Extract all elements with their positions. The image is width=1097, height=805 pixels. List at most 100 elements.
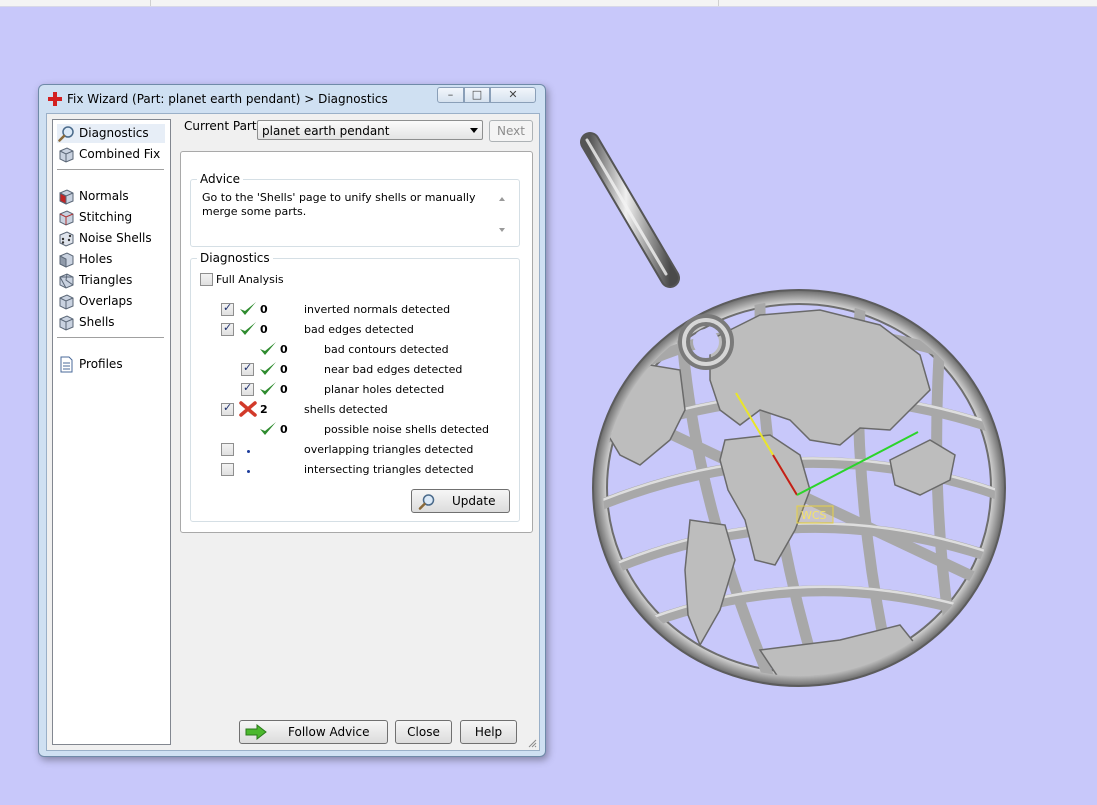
close-window-button[interactable]: ✕ [490, 87, 536, 103]
follow-advice-button[interactable]: Follow Advice [239, 720, 388, 744]
cube-icon [59, 252, 74, 268]
update-button-label: Update [452, 494, 496, 508]
close-button[interactable]: Close [395, 720, 452, 744]
bad-edges-checkbox[interactable]: ✓ [221, 321, 234, 336]
check-mark-icon: ✓ [223, 301, 233, 314]
fix-wizard-window: Fix Wizard (Part: planet earth pendant) … [38, 84, 546, 757]
nav-item-label: Triangles [79, 273, 133, 287]
nav-item-label: Overlaps [79, 294, 133, 308]
shells-count: 2 [260, 403, 268, 416]
cube-icon [59, 147, 74, 163]
green-check-icon [260, 382, 276, 395]
check-mark-icon: ✓ [243, 361, 253, 374]
shells-checkbox[interactable]: ✓ [221, 401, 234, 416]
nav-item-label: Stitching [79, 210, 133, 224]
advice-text: Go to the 'Shells' page to unify shells … [202, 191, 476, 218]
shells-label: shells detected [304, 403, 388, 416]
near-bad-edges-count: 0 [280, 363, 288, 376]
diagnostics-group: Diagnostics Full Analysis ✓ 0 inverted n… [190, 251, 520, 522]
current-part-dropdown[interactable]: planet earth pendant [257, 120, 483, 140]
current-part-value: planet earth pendant [262, 124, 390, 138]
planar-holes-checkbox[interactable]: ✓ [241, 381, 254, 396]
magnifier-icon [418, 494, 435, 510]
green-check-icon [260, 362, 276, 375]
dice-icon [59, 231, 74, 247]
help-button[interactable]: Help [460, 720, 517, 744]
nav-item-label: Shells [79, 315, 115, 329]
window-title: Fix Wizard (Part: planet earth pendant) … [67, 92, 388, 106]
pending-dot-icon [247, 450, 250, 453]
cube-icon [59, 210, 74, 226]
intersecting-triangles-label: intersecting triangles detected [304, 463, 474, 476]
green-arrow-icon [245, 724, 267, 740]
full-analysis-label: Full Analysis [216, 273, 284, 286]
title-bar[interactable]: Fix Wizard (Part: planet earth pendant) … [39, 85, 545, 113]
nav-item-noise-shells[interactable]: Noise Shells [57, 229, 165, 248]
intersecting-triangles-checkbox[interactable] [221, 463, 234, 476]
noise-shells-count: 0 [280, 423, 288, 436]
toolbar-divider [718, 0, 719, 6]
minimize-button[interactable]: – [437, 87, 464, 103]
cube-red-face-icon [59, 189, 74, 205]
check-mark-icon: ✓ [223, 401, 233, 414]
update-button[interactable]: Update [411, 489, 510, 513]
bad-edges-label: bad edges detected [304, 323, 414, 336]
bad-contours-label: bad contours detected [324, 343, 449, 356]
inverted-normals-checkbox[interactable]: ✓ [221, 301, 234, 316]
overlapping-triangles-label: overlapping triangles detected [304, 443, 474, 456]
planar-holes-label: planar holes detected [324, 383, 445, 396]
maximize-button[interactable]: □ [464, 87, 490, 103]
wcs-label: WCS [801, 509, 827, 522]
nav-item-label: Profiles [79, 357, 123, 371]
wizard-client-area: Diagnostics Combined Fix Normals Stitchi… [46, 113, 540, 751]
cube-icon [59, 294, 74, 310]
nav-item-normals[interactable]: Normals [57, 187, 165, 206]
magnifier-icon [58, 126, 74, 142]
close-icon: ✕ [508, 88, 518, 101]
planar-holes-count: 0 [280, 383, 288, 396]
maximize-icon: □ [471, 88, 483, 101]
near-bad-edges-label: near bad edges detected [324, 363, 463, 376]
nav-item-label: Holes [79, 252, 113, 266]
scroll-down-icon[interactable] [499, 228, 505, 232]
green-check-icon [260, 342, 276, 355]
check-mark-icon: ✓ [243, 381, 253, 394]
check-mark-icon: ✓ [223, 321, 233, 334]
chevron-down-icon [470, 128, 478, 133]
nav-item-label: Normals [79, 189, 129, 203]
nav-item-stitching[interactable]: Stitching [57, 208, 165, 227]
nav-item-shells[interactable]: Shells [57, 313, 165, 332]
bad-contours-count: 0 [280, 343, 288, 356]
minimize-icon: – [447, 88, 454, 101]
toolbar-divider [150, 0, 151, 6]
nav-separator [57, 337, 164, 338]
red-cross-icon [239, 401, 257, 417]
nav-item-profiles[interactable]: Profiles [57, 355, 165, 374]
scroll-up-icon[interactable] [499, 197, 505, 201]
green-check-icon [260, 422, 276, 435]
diagnostics-title: Diagnostics [197, 251, 273, 265]
full-analysis-checkbox[interactable] [200, 273, 213, 286]
bad-edges-count: 0 [260, 323, 268, 336]
nav-item-holes[interactable]: Holes [57, 250, 165, 269]
nav-item-triangles[interactable]: Triangles [57, 271, 165, 290]
pendant-bail [580, 132, 680, 288]
nav-item-overlaps[interactable]: Overlaps [57, 292, 165, 311]
cube-triangles-icon [59, 273, 74, 289]
resize-grip-icon[interactable] [527, 738, 537, 748]
nav-item-label: Combined Fix [79, 147, 161, 161]
green-check-icon [240, 322, 256, 335]
diagnostics-panel: Advice Go to the 'Shells' page to unify … [180, 151, 533, 533]
green-check-icon [240, 302, 256, 315]
near-bad-edges-checkbox[interactable]: ✓ [241, 361, 254, 376]
overlapping-triangles-checkbox[interactable] [221, 443, 234, 456]
nav-item-combined-fix[interactable]: Combined Fix [57, 145, 165, 164]
nav-item-diagnostics[interactable]: Diagnostics [57, 124, 165, 143]
top-toolbar-strip [0, 0, 1097, 7]
pending-dot-icon [247, 470, 250, 473]
document-icon [60, 356, 73, 373]
next-button[interactable]: Next [489, 120, 533, 142]
model-viewport[interactable]: WCS [560, 110, 1040, 720]
cube-icon [59, 315, 74, 331]
advice-scrollbar[interactable] [495, 188, 510, 240]
